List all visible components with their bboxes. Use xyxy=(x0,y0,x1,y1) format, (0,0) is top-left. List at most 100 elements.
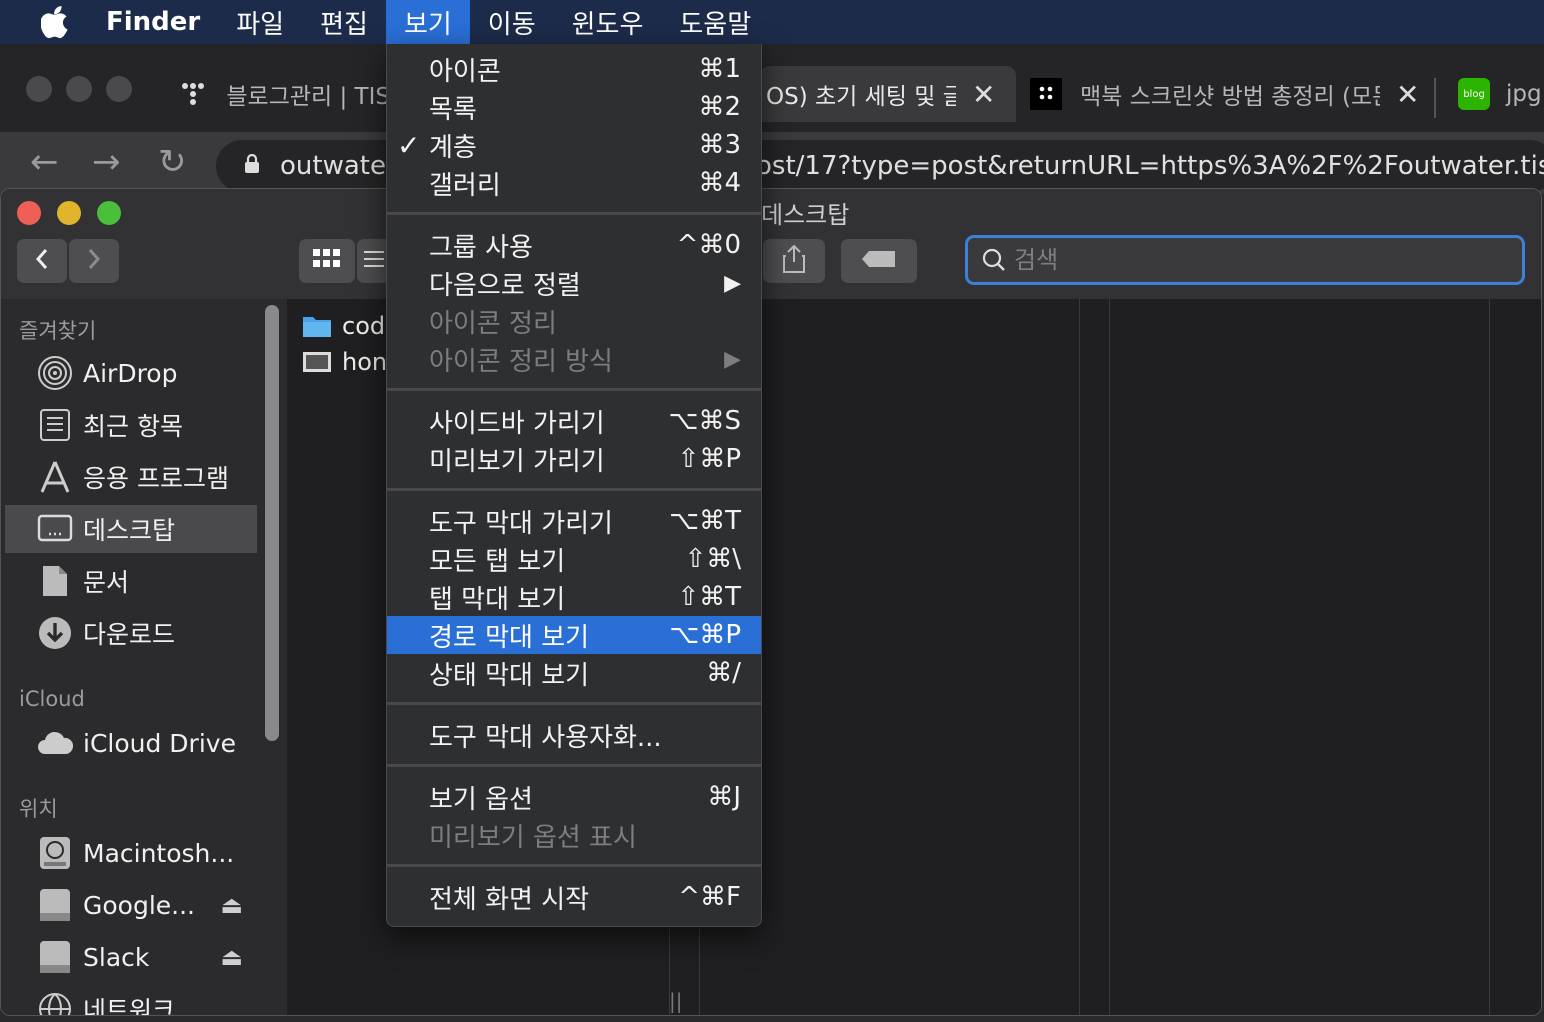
browser-close-button[interactable] xyxy=(26,76,52,102)
menu-finder[interactable]: Finder xyxy=(88,0,218,44)
menu-item-shortcut: ⇧⌘P xyxy=(677,444,741,474)
browser-zoom-button[interactable] xyxy=(106,76,132,102)
menu-item-label: 경로 막대 보기 xyxy=(429,622,590,653)
menu-item-sort-by[interactable]: 다음으로 정렬 ▶ xyxy=(387,264,761,302)
menu-item-customize-toolbar[interactable]: 도구 막대 사용자화... xyxy=(387,716,761,754)
menu-item-show-status-bar[interactable]: 상태 막대 보기 ⌘/ xyxy=(387,654,761,692)
search-input[interactable] xyxy=(1012,245,1496,275)
tistory-icon xyxy=(1030,78,1062,110)
column-divider[interactable] xyxy=(1489,299,1490,1015)
menu-item-show-all-tabs[interactable]: 모든 탭 보기 ⇧⌘\ xyxy=(387,540,761,578)
browser-tab-title: 맥북 스크린샷 방법 총정리 (모든 xyxy=(1080,84,1380,110)
menu-item-shortcut: ⌘3 xyxy=(698,130,741,160)
recents-icon xyxy=(35,405,75,445)
sidebar-section-locations: 위치 xyxy=(19,797,58,821)
search-field[interactable] xyxy=(965,235,1525,285)
menu-item-use-groups[interactable]: 그룹 사용 ^⌘0 xyxy=(387,226,761,264)
menu-help[interactable]: 도움말 xyxy=(661,0,769,44)
menu-item-label: 목록 xyxy=(429,94,477,125)
menu-item-list[interactable]: 목록 ⌘2 xyxy=(387,88,761,126)
sidebar-item-network[interactable]: 네트워크 xyxy=(5,985,257,1015)
submenu-arrow-icon: ▶ xyxy=(724,270,741,296)
menu-item-hide-toolbar[interactable]: 도구 막대 가리기 ⌥⌘T xyxy=(387,502,761,540)
sidebar-item-downloads[interactable]: 다운로드 xyxy=(5,609,257,657)
file-name: hon xyxy=(342,348,388,376)
eject-icon[interactable]: ⏏ xyxy=(220,891,243,919)
minimize-button[interactable] xyxy=(57,201,81,225)
menu-separator xyxy=(387,764,761,767)
close-button[interactable] xyxy=(17,201,41,225)
menu-item-label: 미리보기 옵션 표시 xyxy=(429,822,637,853)
sidebar-item-applications[interactable]: 응용 프로그램 xyxy=(5,453,257,501)
menu-item-show-path-bar[interactable]: 경로 막대 보기 ⌥⌘P xyxy=(387,616,761,654)
menu-item-shortcut: ⌥⌘S xyxy=(668,406,741,436)
menu-item-gallery[interactable]: 갤러리 ⌘4 xyxy=(387,164,761,202)
browser-tab[interactable]: 맥북 스크린샷 방법 총정리 (모든 ✕ xyxy=(1030,66,1420,122)
reload-icon[interactable]: ↻ xyxy=(158,142,187,182)
menu-item-label: 다음으로 정렬 xyxy=(429,270,581,301)
tags-button[interactable] xyxy=(841,239,917,283)
browser-tab-title: 블로그관리 | TIS xyxy=(226,84,390,110)
tag-icon xyxy=(861,249,897,273)
menu-item-columns[interactable]: ✓ 계층 ⌘3 xyxy=(387,126,761,164)
menu-item-show-tab-bar[interactable]: 탭 막대 보기 ⇧⌘T xyxy=(387,578,761,616)
browser-tab[interactable]: blog jpg xyxy=(1458,66,1544,122)
browser-tab-active[interactable]: OS) 초기 세팅 및 글 ✕ xyxy=(760,66,1016,122)
sidebar-item-slack[interactable]: Slack ⏏ xyxy=(5,933,257,981)
forward-arrow-icon[interactable]: → xyxy=(92,142,121,182)
sidebar-scrollbar[interactable] xyxy=(265,305,279,741)
menu-edit[interactable]: 편집 xyxy=(302,0,386,44)
menu-item-view-options[interactable]: 보기 옵션 ⌘J xyxy=(387,778,761,816)
apple-icon[interactable] xyxy=(36,0,76,44)
menu-item-label: 아이콘 정리 xyxy=(429,308,557,339)
menu-item-shortcut: ⌘/ xyxy=(706,658,741,688)
document-icon xyxy=(35,561,75,601)
sidebar-item-recents[interactable]: 최근 항목 xyxy=(5,401,257,449)
sidebar-item-documents[interactable]: 문서 xyxy=(5,557,257,605)
browser-tab-strip: 블로그관리 | TIS OS) 초기 세팅 및 글 ✕ 맥북 스크린샷 방법 총… xyxy=(0,44,1544,132)
sidebar-item-desktop[interactable]: 데스크탑 xyxy=(5,505,257,553)
file-item[interactable]: hon xyxy=(302,345,387,379)
sidebar-item-google-drive[interactable]: Google... ⏏ xyxy=(5,881,257,929)
eject-icon[interactable]: ⏏ xyxy=(220,943,243,971)
close-tab-icon[interactable]: ✕ xyxy=(972,78,995,111)
drive-icon xyxy=(35,885,75,925)
forward-button[interactable] xyxy=(69,239,119,283)
grid-icon xyxy=(313,249,341,273)
menu-go[interactable]: 이동 xyxy=(470,0,554,44)
file-item[interactable]: cod xyxy=(302,309,385,343)
column-divider[interactable] xyxy=(1079,299,1080,1015)
menu-window[interactable]: 윈도우 xyxy=(554,0,662,44)
menu-file[interactable]: 파일 xyxy=(218,0,302,44)
menu-item-hide-preview[interactable]: 미리보기 가리기 ⇧⌘P xyxy=(387,440,761,478)
menu-separator xyxy=(387,212,761,215)
menu-item-shortcut: ⌘4 xyxy=(698,168,741,198)
menu-bar: Finder 파일 편집 보기 이동 윈도우 도움말 xyxy=(0,0,1544,44)
menu-item-shortcut: ^⌘F xyxy=(678,882,741,912)
menu-item-label: 아이콘 xyxy=(429,56,501,87)
share-button[interactable] xyxy=(763,239,825,283)
checkmark-icon: ✓ xyxy=(397,128,421,162)
tab-divider xyxy=(1434,78,1436,118)
menu-item-enter-full-screen[interactable]: 전체 화면 시작 ^⌘F xyxy=(387,878,761,916)
menu-item-icons[interactable]: 아이콘 ⌘1 xyxy=(387,50,761,88)
close-tab-icon[interactable]: ✕ xyxy=(1396,78,1419,111)
back-arrow-icon[interactable]: ← xyxy=(30,142,59,182)
sidebar-item-icloud-drive[interactable]: iCloud Drive xyxy=(5,719,257,767)
file-name: cod xyxy=(342,312,386,340)
column-resize-handle[interactable]: || xyxy=(669,989,682,1013)
zoom-button[interactable] xyxy=(97,201,121,225)
browser-tab[interactable]: 블로그관리 | TIS xyxy=(180,66,390,122)
icon-view-button[interactable] xyxy=(299,239,355,283)
image-file-icon xyxy=(302,350,332,374)
menu-item-label: 보기 옵션 xyxy=(429,784,533,815)
menu-item-label: 모든 탭 보기 xyxy=(429,546,566,577)
column-divider[interactable] xyxy=(1109,299,1110,1015)
back-button[interactable] xyxy=(17,239,67,283)
browser-minimize-button[interactable] xyxy=(66,76,92,102)
sidebar-item-airdrop[interactable]: AirDrop xyxy=(5,349,257,397)
menu-view[interactable]: 보기 xyxy=(385,0,470,44)
sidebar-item-macintosh[interactable]: Macintosh... xyxy=(5,829,257,877)
menu-item-label: 상태 막대 보기 xyxy=(429,660,590,691)
menu-item-hide-sidebar[interactable]: 사이드바 가리기 ⌥⌘S xyxy=(387,402,761,440)
